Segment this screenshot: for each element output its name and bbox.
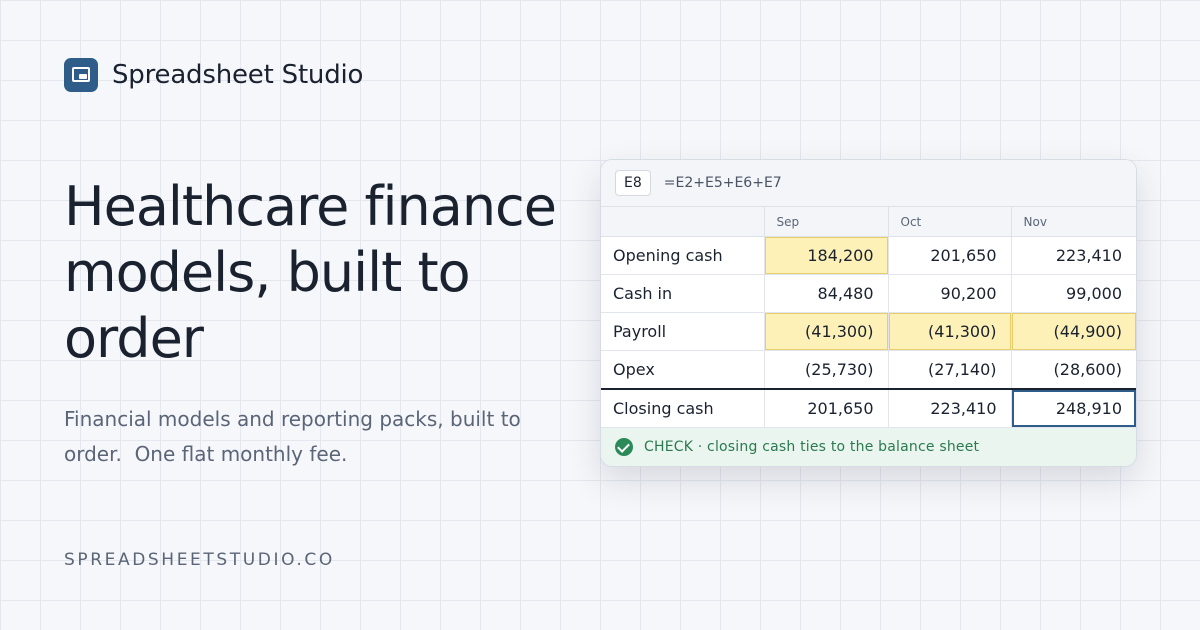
table-row: Cash in 84,480 90,200 99,000 (601, 274, 1136, 313)
column-header-oct[interactable]: Oct (888, 207, 1012, 237)
check-status-bar: CHECK · closing cash ties to the balance… (601, 428, 1136, 466)
cell-closing-oct[interactable]: 223,410 (888, 387, 1012, 428)
column-header-nov[interactable]: Nov (1011, 207, 1136, 237)
cell-opex-oct[interactable]: (27,140) (888, 350, 1012, 389)
table-row-total: Closing cash 201,650 223,410 248,910 (601, 387, 1136, 428)
row-label-opex[interactable]: Opex (601, 350, 765, 389)
formula-bar: E8 =E2+E5+E6+E7 (601, 160, 1136, 207)
cell-cashin-sep[interactable]: 84,480 (764, 274, 889, 313)
cell-payroll-sep[interactable]: (41,300) (764, 312, 889, 351)
headline: Healthcare finance models, built to orde… (64, 175, 557, 370)
table-row: Opex (25,730) (27,140) (28,600) (601, 350, 1136, 389)
row-label-opening-cash[interactable]: Opening cash (601, 236, 765, 275)
column-header-row: Sep Oct Nov (601, 207, 1136, 237)
cell-cashin-oct[interactable]: 90,200 (888, 274, 1012, 313)
domain-link[interactable]: SPREADSHEETSTUDIO.CO (64, 550, 335, 570)
column-header-sep[interactable]: Sep (764, 207, 889, 237)
cell-opening-nov[interactable]: 223,410 (1011, 236, 1136, 275)
column-header-corner (601, 207, 765, 237)
formula-text[interactable]: =E2+E5+E6+E7 (664, 175, 782, 191)
row-label-closing-cash[interactable]: Closing cash (601, 387, 765, 428)
subtitle: Financial models and reporting packs, bu… (64, 407, 528, 466)
cell-closing-nov-selected[interactable]: 248,910 (1011, 387, 1136, 428)
sheet-grid: Sep Oct Nov Opening cash 184,200 201,650… (601, 207, 1136, 428)
spreadsheet-preview: E8 =E2+E5+E6+E7 Sep Oct Nov Opening cash… (600, 159, 1137, 467)
cell-payroll-oct[interactable]: (41,300) (888, 312, 1012, 351)
table-row: Opening cash 184,200 201,650 223,410 (601, 236, 1136, 275)
brand-name: Spreadsheet Studio (112, 60, 364, 90)
cell-closing-sep[interactable]: 201,650 (764, 387, 889, 428)
row-label-cash-in[interactable]: Cash in (601, 274, 765, 313)
brand[interactable]: Spreadsheet Studio (64, 58, 363, 92)
cell-cashin-nov[interactable]: 99,000 (1011, 274, 1136, 313)
check-circle-icon (615, 438, 633, 456)
table-row: Payroll (41,300) (41,300) (44,900) (601, 312, 1136, 351)
row-label-payroll[interactable]: Payroll (601, 312, 765, 351)
check-status-text: CHECK · closing cash ties to the balance… (644, 439, 980, 455)
spreadsheet-logo-icon (64, 58, 98, 92)
cell-opening-oct[interactable]: 201,650 (888, 236, 1012, 275)
cell-reference[interactable]: E8 (615, 170, 651, 196)
cell-opex-nov[interactable]: (28,600) (1011, 350, 1136, 389)
cell-opex-sep[interactable]: (25,730) (764, 350, 889, 389)
cell-opening-sep[interactable]: 184,200 (764, 236, 889, 275)
cell-payroll-nov[interactable]: (44,900) (1011, 312, 1136, 351)
